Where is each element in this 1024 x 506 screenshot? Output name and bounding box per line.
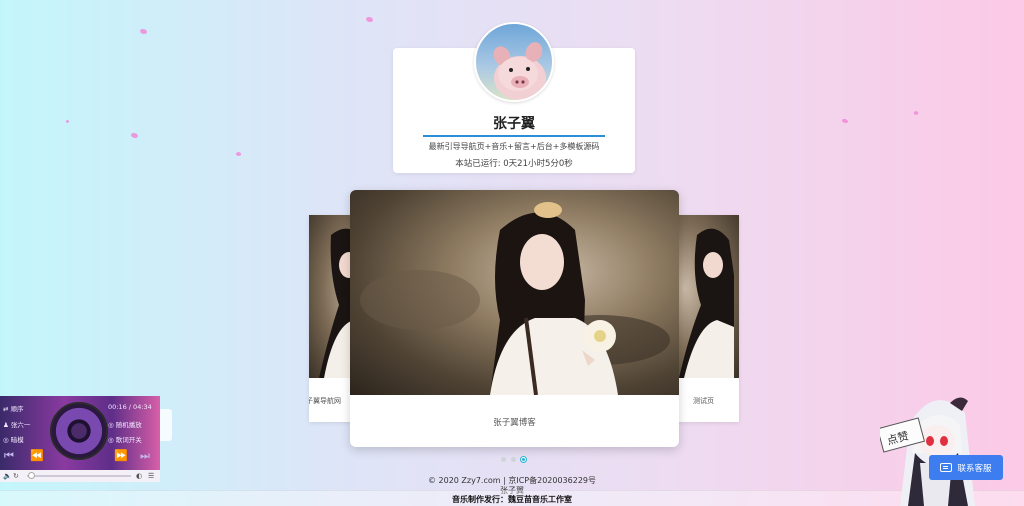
volume-icon[interactable]: 🔈: [3, 472, 12, 480]
player-random-text: 随机播放: [115, 421, 142, 429]
carousel-card-main[interactable]: 张子翼博客: [350, 190, 679, 447]
progress-knob[interactable]: [28, 472, 35, 479]
petal-decoration: [841, 117, 849, 125]
rewind-icon[interactable]: ⏪: [30, 449, 44, 462]
footer-music-credit: 音乐制作发行：魏豆苗音乐工作室: [452, 495, 572, 504]
player-dark-mode-label[interactable]: ◎ 暗模: [3, 434, 24, 444]
petal-decoration: [235, 151, 242, 157]
carousel-image-main: [350, 190, 679, 395]
contact-service-button[interactable]: 联系客服: [929, 455, 1003, 480]
name-underline: [423, 135, 605, 137]
petal-decoration: [913, 110, 919, 116]
petal-decoration: [365, 15, 374, 24]
carousel-caption-right: 测试页: [693, 397, 714, 405]
lyrics-icon: ◎: [108, 436, 116, 444]
carousel-dot-2[interactable]: [511, 457, 516, 462]
player-user-text: 张六一: [10, 421, 31, 429]
carousel-caption-main: 张子翼博客: [493, 418, 536, 428]
player-mode-label[interactable]: ⇄ 顺序: [3, 403, 24, 413]
site-runtime: 本站已运行: 0天21小时5分0秒: [455, 159, 573, 169]
mascot-character[interactable]: 点赞: [876, 383, 990, 506]
progress-track[interactable]: [27, 475, 131, 477]
skip-start-icon[interactable]: ⏮: [4, 449, 14, 463]
profile-description: 最新引导导航页+音乐+留言+后台+多模板源码: [428, 142, 600, 151]
chat-icon: [940, 463, 953, 472]
album-disc[interactable]: [50, 402, 108, 460]
carousel-card-right[interactable]: 测试页: [679, 215, 739, 422]
petal-decoration: [65, 119, 70, 124]
loop-icon[interactable]: ↻: [13, 472, 19, 480]
skip-end-icon[interactable]: ⏭: [140, 449, 150, 463]
shuffle-icon: ◎: [108, 421, 116, 429]
carousel-dot-1[interactable]: [501, 457, 506, 462]
petal-decoration: [130, 131, 139, 140]
user-icon: ♟: [3, 421, 11, 429]
player-user-label[interactable]: ♟ 张六一: [3, 419, 30, 429]
profile-name: 张子翼: [493, 116, 535, 132]
mode-icon: ◎: [3, 436, 11, 444]
contact-service-label: 联系客服: [957, 463, 992, 474]
player-dark-mode-text: 暗模: [10, 436, 24, 444]
avatar[interactable]: [474, 22, 554, 102]
volume-toggle-icon[interactable]: ◐: [136, 472, 142, 480]
player-time: 00:16 / 04:34: [108, 403, 152, 411]
petal-decoration: [139, 27, 148, 36]
carousel-dot-3[interactable]: [521, 457, 526, 462]
fast-forward-icon[interactable]: ⏩: [114, 449, 128, 462]
playlist-icon[interactable]: ☰: [148, 472, 154, 480]
player-lyrics-text: 歌词开关: [115, 436, 142, 444]
player-random-label[interactable]: ◎ 随机播放: [108, 419, 142, 429]
carousel-caption-left: 张子翼导航网: [309, 397, 341, 405]
player-toggle-tab[interactable]: [160, 409, 172, 441]
player-lyrics-label[interactable]: ◎ 歌词开关: [108, 434, 142, 444]
carousel-image-right: [679, 215, 739, 378]
